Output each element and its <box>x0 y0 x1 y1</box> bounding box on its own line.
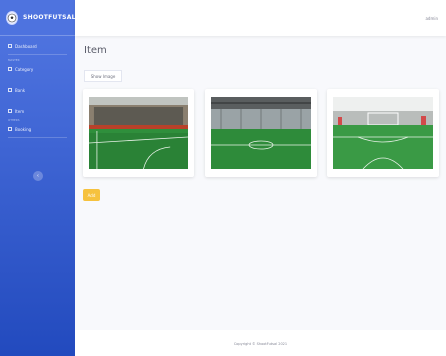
sidebar-item-item[interactable]: Item <box>0 105 75 117</box>
sidebar-item-label: Dashboard <box>15 43 37 49</box>
user-menu[interactable]: admin <box>425 16 438 21</box>
sidebar: SHOOTFUTSAL Dashboard MASTER Category Ba… <box>0 0 75 356</box>
sidebar-item-dashboard[interactable]: Dashboard <box>0 40 75 52</box>
item-card[interactable] <box>205 89 317 177</box>
sidebar-item-booking[interactable]: Booking <box>0 123 75 135</box>
page-title: Item <box>84 45 107 56</box>
sidebar-divider <box>8 137 67 138</box>
item-icon <box>8 109 12 113</box>
brand-name: SHOOTFUTSAL <box>23 14 76 21</box>
show-images-button[interactable]: Show Image <box>84 70 122 82</box>
topbar: admin <box>75 0 446 36</box>
sidebar-item-bank[interactable]: Bank <box>0 84 75 96</box>
sidebar-item-label: Category <box>15 66 34 72</box>
chevron-left-icon: ‹ <box>37 172 39 179</box>
footer: Copyright © ShootFutsal 2021 <box>75 330 446 356</box>
sidebar-toggle-button[interactable]: ‹ <box>33 171 43 181</box>
sidebar-divider <box>8 54 67 55</box>
sidebar-item-category[interactable]: Category <box>0 63 75 75</box>
sidebar-item-label: Booking <box>15 126 32 132</box>
futsal-court-goal-photo <box>333 97 433 169</box>
item-card[interactable] <box>327 89 439 177</box>
add-item-button[interactable]: Add <box>83 189 100 201</box>
item-card[interactable] <box>83 89 194 177</box>
sidebar-item-label: Bank <box>15 87 26 93</box>
copyright-text: Copyright © ShootFutsal 2021 <box>233 342 288 346</box>
bank-icon <box>8 88 12 92</box>
indoor-futsal-court-photo <box>89 97 188 169</box>
football-logo-icon <box>6 10 18 25</box>
brand[interactable]: SHOOTFUTSAL <box>0 0 75 36</box>
main-content: Item Show Image Add <box>75 36 446 330</box>
category-icon <box>8 67 12 71</box>
futsal-court-center-photo <box>211 97 311 169</box>
booking-icon <box>8 127 12 131</box>
sidebar-item-label: Item <box>15 108 25 114</box>
dashboard-icon <box>8 44 12 48</box>
